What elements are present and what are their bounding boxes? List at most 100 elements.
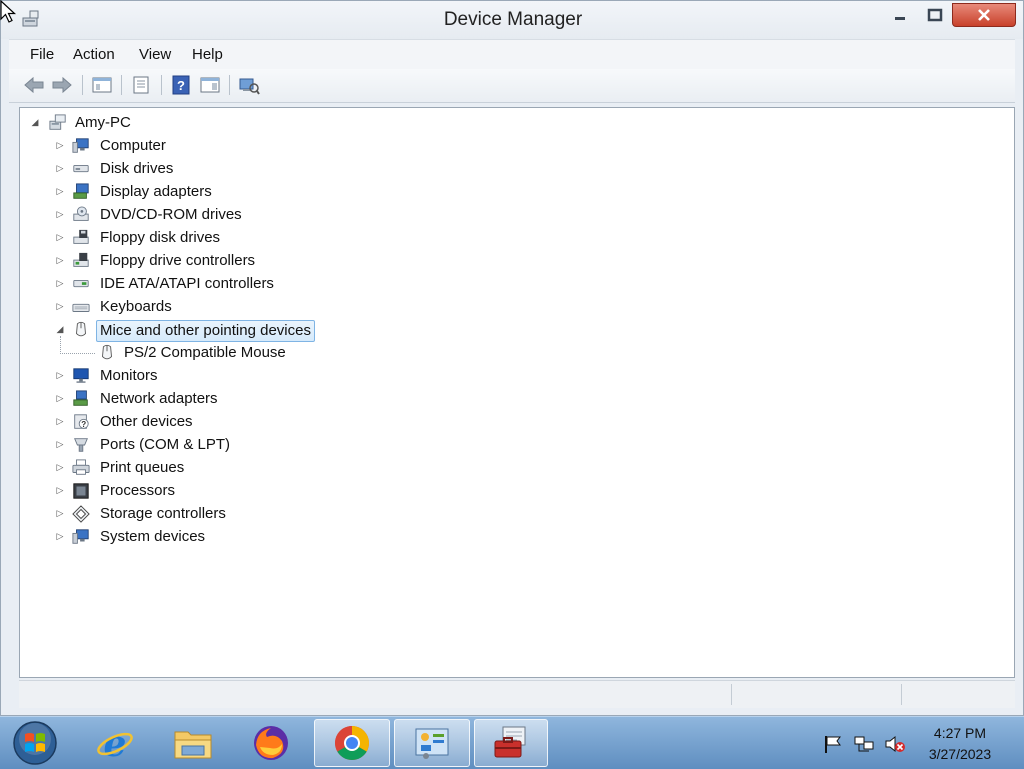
- port-icon: [74, 438, 88, 452]
- taskbar-firefox[interactable]: [234, 719, 308, 767]
- tree-item-processors[interactable]: ▷ Processors: [20, 480, 1010, 502]
- tree-item-dvd-cd-rom-drives[interactable]: ▷ DVD/CD-ROM drives: [20, 204, 1010, 226]
- tree-item-label[interactable]: Print queues: [100, 458, 184, 478]
- dvd-drive-icon: [73, 206, 89, 221]
- expand-arrow-icon[interactable]: ▷: [55, 255, 65, 266]
- taskbar-device-manager[interactable]: [474, 719, 548, 767]
- tree-item-label[interactable]: Ports (COM & LPT): [100, 435, 230, 455]
- expand-arrow-icon[interactable]: ▷: [55, 416, 65, 427]
- svg-text:?: ?: [81, 420, 86, 429]
- expand-arrow-icon[interactable]: ▷: [55, 439, 65, 450]
- toolbar: ?: [9, 69, 1015, 103]
- maximize-icon: [927, 8, 943, 22]
- expand-arrow-icon[interactable]: ▷: [55, 209, 65, 220]
- tree-item-storage-controllers[interactable]: ▷ Storage controllers: [20, 503, 1010, 525]
- expand-arrow-icon[interactable]: ▷: [55, 186, 65, 197]
- network-icon[interactable]: [853, 734, 875, 754]
- ide-controller-icon: [73, 279, 89, 288]
- tree-item-label[interactable]: Network adapters: [100, 389, 218, 409]
- device-tree-pane[interactable]: ◢ Amy-PC ▷ Computer ▷ Disk drives ▷ Display ada…: [19, 107, 1015, 678]
- forward-icon: [52, 76, 72, 94]
- tree-root-amy-pc[interactable]: ◢ Amy-PC: [20, 112, 1010, 134]
- action-pane-button[interactable]: [198, 74, 222, 96]
- tree-item-label[interactable]: Floppy drive controllers: [100, 251, 255, 271]
- expand-arrow-icon[interactable]: ▷: [55, 370, 65, 381]
- expand-arrow-icon[interactable]: ▷: [55, 508, 65, 519]
- tree-item-ps-2-compatible-mouse[interactable]: PS/2 Compatible Mouse: [20, 342, 1010, 364]
- tree-item-print-queues[interactable]: ▷ Print queues: [20, 457, 1010, 479]
- tree-item-floppy-drive-controllers[interactable]: ▷ Floppy drive controllers: [20, 250, 1010, 272]
- action-center-flag-icon[interactable]: [822, 734, 844, 754]
- taskbar-control-panel[interactable]: [394, 719, 470, 767]
- tree-item-label[interactable]: PS/2 Compatible Mouse: [124, 343, 286, 363]
- expand-arrow-icon[interactable]: ▷: [55, 485, 65, 496]
- taskbar-chrome[interactable]: [314, 719, 390, 767]
- tree-item-mice-and-other-pointing-devices[interactable]: ◢ Mice and other pointing devices: [20, 319, 1010, 342]
- status-bar: [19, 680, 1015, 708]
- menu-action[interactable]: Action: [73, 46, 115, 63]
- expand-arrow-icon[interactable]: ▷: [55, 140, 65, 151]
- title-bar[interactable]: Device Manager: [1, 1, 1023, 39]
- menu-help[interactable]: Help: [192, 46, 223, 63]
- maximize-button[interactable]: [919, 3, 951, 27]
- tree-item-ide-ata-atapi-controllers[interactable]: ▷ IDE ATA/ATAPI controllers: [20, 273, 1010, 295]
- tree-item-label[interactable]: Other devices: [100, 412, 193, 432]
- internet-explorer-icon: e: [97, 723, 133, 763]
- back-button[interactable]: [22, 74, 46, 96]
- tree-item-ports-com-lpt[interactable]: ▷ Ports (COM & LPT): [20, 434, 1010, 456]
- menu-file[interactable]: File: [30, 46, 54, 63]
- clock-time: 4:27 PM: [933, 725, 987, 741]
- expand-arrow-icon[interactable]: ▷: [55, 232, 65, 243]
- printer-icon: [72, 459, 90, 475]
- action-pane-icon: [200, 77, 220, 93]
- floppy-disk-icon: [73, 229, 89, 244]
- tree-item-label[interactable]: Disk drives: [100, 159, 173, 179]
- system-clock[interactable]: 4:27 PM 3/27/2023: [912, 723, 1008, 765]
- expand-arrow-icon[interactable]: ▷: [55, 393, 65, 404]
- clock-date: 3/27/2023: [928, 746, 992, 762]
- help-button[interactable]: ?: [169, 74, 193, 96]
- menu-view[interactable]: View: [139, 46, 171, 63]
- volume-muted-icon[interactable]: [884, 734, 906, 754]
- tree-item-label[interactable]: Computer: [100, 136, 166, 156]
- collapse-arrow-icon[interactable]: ◢: [55, 324, 65, 335]
- properties-button[interactable]: [129, 74, 153, 96]
- tree-item-label[interactable]: Display adapters: [100, 182, 212, 202]
- tree-item-disk-drives[interactable]: ▷ Disk drives: [20, 158, 1010, 180]
- tree-item-label[interactable]: Monitors: [100, 366, 158, 386]
- forward-button[interactable]: [50, 74, 74, 96]
- tree-item-floppy-disk-drives[interactable]: ▷ Floppy disk drives: [20, 227, 1010, 249]
- expand-arrow-icon[interactable]: ▷: [55, 163, 65, 174]
- collapse-arrow-icon[interactable]: ◢: [30, 117, 40, 128]
- tree-item-network-adapters[interactable]: ▷ Network adapters: [20, 388, 1010, 410]
- control-panel-icon: [415, 728, 449, 759]
- tree-item-system-devices[interactable]: ▷ System devices: [20, 526, 1010, 548]
- expand-arrow-icon[interactable]: ▷: [55, 278, 65, 289]
- expand-arrow-icon[interactable]: ▷: [55, 301, 65, 312]
- expand-arrow-icon[interactable]: ▷: [55, 531, 65, 542]
- tree-item-label[interactable]: System devices: [100, 527, 205, 547]
- start-button[interactable]: [0, 719, 70, 767]
- mouse-icon: [102, 344, 112, 360]
- tree-item-label[interactable]: Amy-PC: [75, 113, 131, 133]
- tree-item-label[interactable]: Storage controllers: [100, 504, 226, 524]
- scan-hardware-button[interactable]: [237, 74, 261, 96]
- tree-item-display-adapters[interactable]: ▷ Display adapters: [20, 181, 1010, 203]
- tree-item-label[interactable]: Floppy disk drives: [100, 228, 220, 248]
- tree-item-monitors[interactable]: ▷ Monitors: [20, 365, 1010, 387]
- tree-item-label[interactable]: IDE ATA/ATAPI controllers: [100, 274, 274, 294]
- svg-text:?: ?: [177, 78, 185, 93]
- tree-item-label[interactable]: Mice and other pointing devices: [96, 320, 315, 342]
- close-button[interactable]: [952, 3, 1016, 27]
- tree-item-computer[interactable]: ▷ Computer: [20, 135, 1010, 157]
- taskbar-file-explorer[interactable]: [156, 719, 230, 767]
- expand-arrow-icon[interactable]: ▷: [55, 462, 65, 473]
- tree-item-other-devices[interactable]: ▷? Other devices: [20, 411, 1010, 433]
- tree-item-label[interactable]: Keyboards: [100, 297, 172, 317]
- minimize-button[interactable]: [886, 3, 914, 27]
- tree-item-label[interactable]: Processors: [100, 481, 175, 501]
- tree-item-label[interactable]: DVD/CD-ROM drives: [100, 205, 242, 225]
- tree-item-keyboards[interactable]: ▷ Keyboards: [20, 296, 1010, 318]
- taskbar-internet-explorer[interactable]: e: [78, 719, 152, 767]
- show-hide-console-tree-button[interactable]: [90, 74, 114, 96]
